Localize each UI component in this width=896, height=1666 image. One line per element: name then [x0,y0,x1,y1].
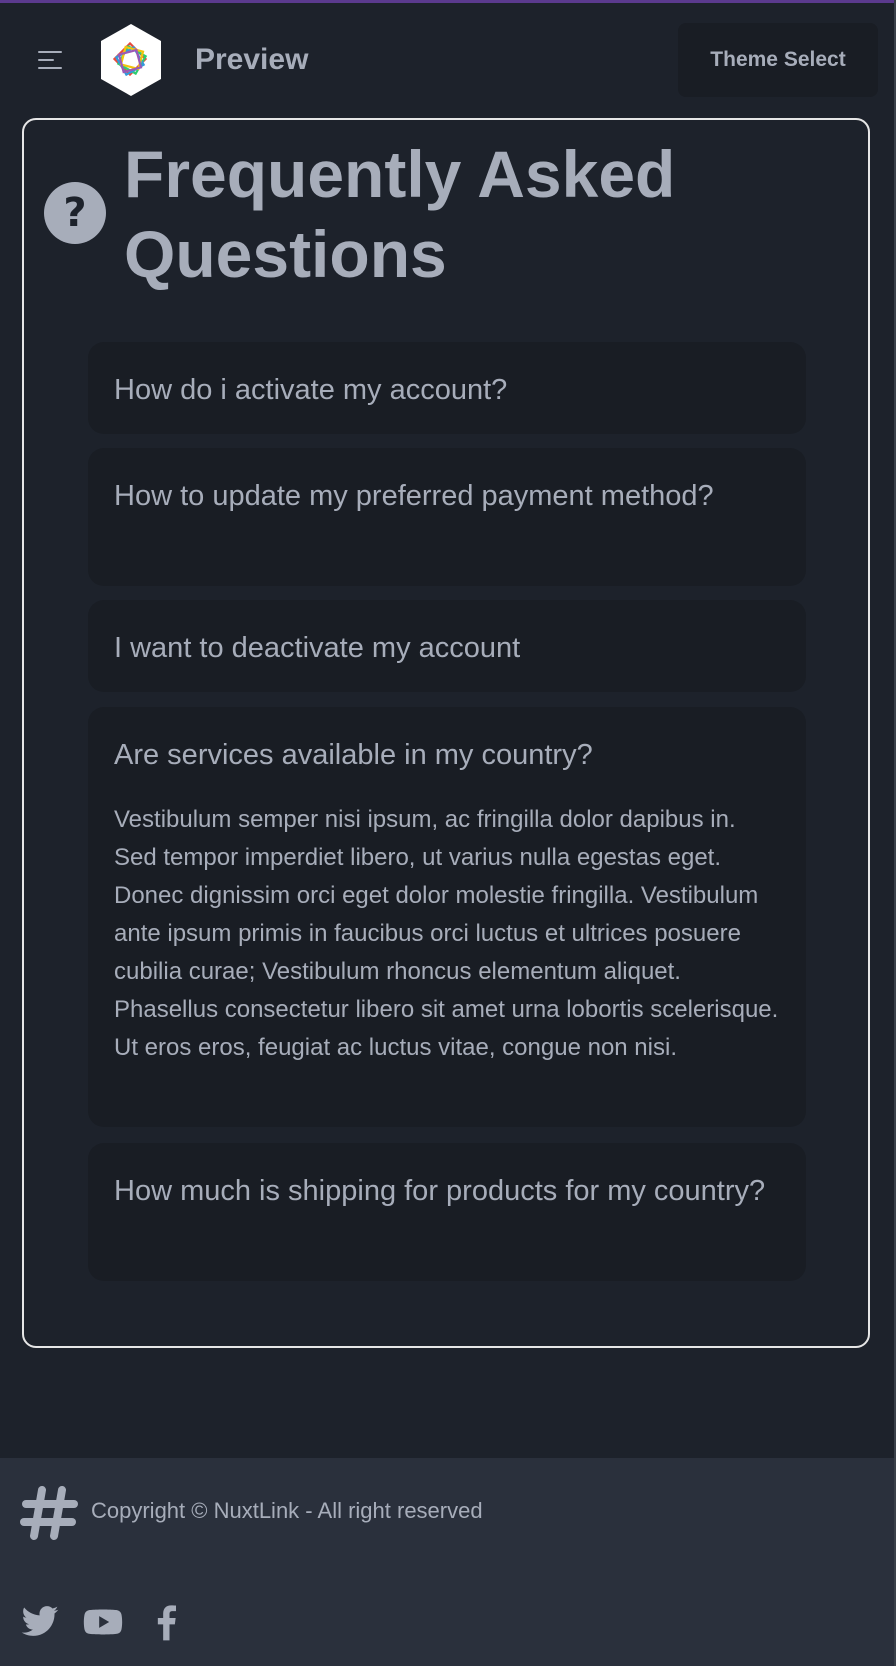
faq-title: Frequently Asked Questions [124,137,676,291]
brand-title[interactable]: Preview [195,43,308,77]
question-mark-icon: ? [44,182,106,244]
youtube-icon[interactable] [83,1602,123,1642]
faq-question[interactable]: Are services available in my country? [114,733,780,777]
navbar: Preview Theme Select [0,3,896,115]
menu-icon[interactable] [38,51,64,71]
faq-item[interactable]: How much is shipping for products for my… [88,1143,806,1281]
copyright-text: Copyright © NuxtLink - All right reserve… [91,1498,483,1523]
faq-item[interactable]: How do i activate my account? [88,342,806,434]
faq-question[interactable]: How to update my preferred payment metho… [114,474,780,518]
facebook-icon[interactable] [147,1602,187,1642]
faq-question[interactable]: I want to deactivate my account [114,626,780,670]
brand-logo[interactable] [95,22,167,98]
faq-question[interactable]: How do i activate my account? [114,368,780,412]
hash-icon [20,1484,78,1542]
faq-question[interactable]: How much is shipping for products for my… [114,1169,780,1213]
faq-item[interactable]: How to update my preferred payment metho… [88,448,806,586]
faq-section: ? Frequently Asked Questions How do i ac… [22,118,870,1348]
faq-answer: Vestibulum semper nisi ipsum, ac fringil… [114,806,779,1061]
faq-item[interactable]: I want to deactivate my account [88,600,806,692]
footer: Copyright © NuxtLink - All right reserve… [0,1458,894,1666]
twitter-icon[interactable] [20,1602,60,1642]
theme-select-button[interactable]: Theme Select [678,23,878,97]
faq-item-expanded[interactable]: Are services available in my country? Ve… [88,707,806,1127]
